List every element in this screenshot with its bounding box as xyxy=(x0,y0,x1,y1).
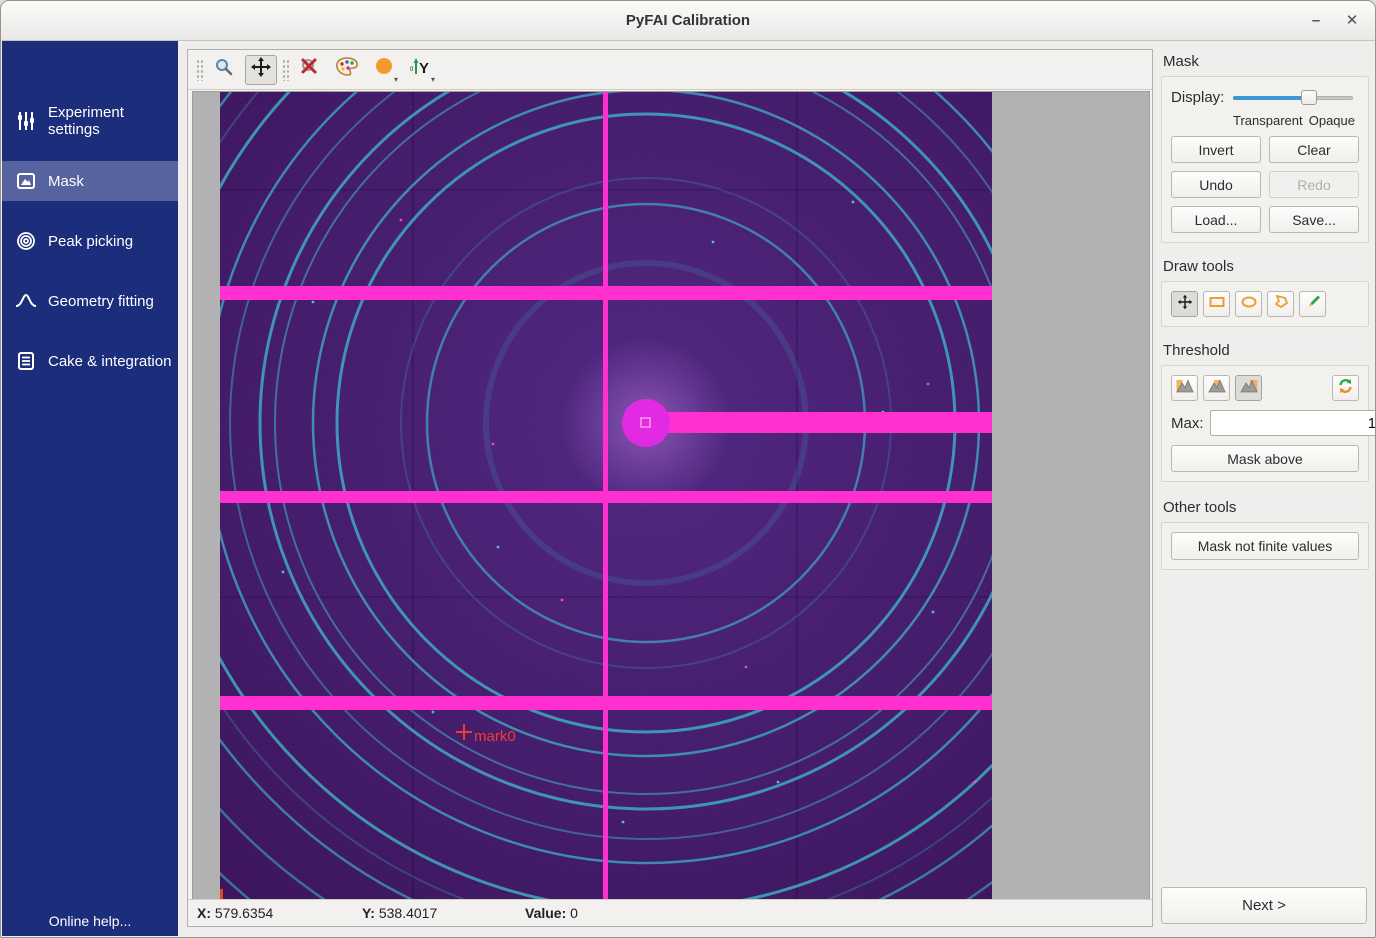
histogram-between-icon xyxy=(1208,378,1226,398)
mask-circle-icon xyxy=(374,57,394,82)
mask-section-title: Mask xyxy=(1163,53,1369,70)
minimize-button[interactable]: – xyxy=(1303,9,1329,33)
dropdown-caret-icon: ▾ xyxy=(394,77,398,83)
histogram-below-icon xyxy=(1176,378,1194,398)
toolbar-grip[interactable] xyxy=(282,59,289,81)
sidebar-item-peak-picking[interactable]: Peak picking xyxy=(2,221,178,261)
mask-not-finite-button[interactable]: Mask not finite values xyxy=(1171,532,1359,560)
mask-image-icon xyxy=(15,170,37,192)
diffraction-svg[interactable]: mark0 xyxy=(193,92,1151,901)
refresh-icon xyxy=(1337,378,1354,399)
mask-tools-button[interactable]: ▾ xyxy=(368,55,400,85)
polygon-icon xyxy=(1273,294,1289,314)
undo-button[interactable]: Undo xyxy=(1171,171,1261,198)
unzoom-icon xyxy=(299,56,321,83)
palette-icon xyxy=(335,56,359,83)
mask-between-threshold-button[interactable] xyxy=(1203,375,1230,401)
toolbar-grip[interactable] xyxy=(196,59,203,81)
magnifier-icon xyxy=(214,57,234,82)
sidebar-item-label: Experiment settings xyxy=(48,104,178,138)
pan-arrows-icon xyxy=(1177,294,1193,315)
mask-above-button[interactable]: Mask above xyxy=(1171,445,1359,472)
cursor-value-readout: Value: 0 xyxy=(525,905,578,921)
max-label: Max: xyxy=(1171,415,1204,432)
mask-above-threshold-button[interactable] xyxy=(1235,375,1262,401)
sidebar: Experiment settings Mask Peak picking Ge… xyxy=(2,41,178,936)
svg-text:0: 0 xyxy=(410,67,414,73)
clear-button[interactable]: Clear xyxy=(1269,136,1359,163)
app-window: PyFAI Calibration – ✕ Experiment setting… xyxy=(0,0,1376,938)
redo-button: Redo xyxy=(1269,171,1359,198)
pencil-icon xyxy=(1305,294,1321,314)
threshold-groupbox: Max: Mask above xyxy=(1161,365,1369,482)
pan-arrows-icon xyxy=(250,56,272,83)
max-threshold-input[interactable] xyxy=(1210,410,1376,436)
mask-opacity-slider[interactable] xyxy=(1233,90,1353,105)
pencil-tool-button[interactable] xyxy=(1299,291,1326,317)
sidebar-item-mask[interactable]: Mask xyxy=(2,161,178,201)
dropdown-caret-icon: ▾ xyxy=(431,77,435,83)
svg-text:Y: Y xyxy=(419,60,429,77)
peak-curve-icon xyxy=(15,290,37,312)
zoom-mode-button[interactable] xyxy=(208,55,240,85)
ellipse-tool-button[interactable] xyxy=(1235,291,1262,317)
cursor-y-readout: Y: 538.4017 xyxy=(362,905,437,921)
pan-mode-button[interactable] xyxy=(245,55,277,85)
draw-tools-groupbox xyxy=(1161,281,1369,327)
slider-handle[interactable] xyxy=(1301,90,1317,105)
peak-marker-label: mark0 xyxy=(474,728,516,745)
document-lines-icon xyxy=(15,350,37,372)
plot-panel: ▾ Y0 ▾ xyxy=(187,49,1153,927)
other-tools-groupbox: Mask not finite values xyxy=(1161,522,1369,570)
mask-groupbox: Display: Transparent Opaque Invert Clear… xyxy=(1161,76,1369,243)
titlebar[interactable]: PyFAI Calibration – ✕ xyxy=(1,1,1375,41)
rectangle-icon xyxy=(1209,295,1225,314)
mask-side-panel: Mask Display: Transparent Opaque Invert … xyxy=(1161,49,1369,936)
sidebar-item-cake-integration[interactable]: Cake & integration xyxy=(2,341,178,381)
sidebar-item-geometry-fitting[interactable]: Geometry fitting xyxy=(2,281,178,321)
sidebar-item-label: Peak picking xyxy=(48,233,133,250)
close-button[interactable]: ✕ xyxy=(1339,9,1365,33)
window-title: PyFAI Calibration xyxy=(1,12,1375,29)
unzoom-button[interactable] xyxy=(294,55,326,85)
transparent-label: Transparent xyxy=(1233,113,1303,128)
y-axis-icon: Y0 xyxy=(409,56,433,83)
mask-below-threshold-button[interactable] xyxy=(1171,375,1198,401)
opaque-label: Opaque xyxy=(1309,113,1355,128)
beamstop-mask xyxy=(622,399,670,447)
histogram-above-icon xyxy=(1240,378,1258,398)
display-label: Display: xyxy=(1171,89,1233,106)
diffraction-canvas[interactable]: mark0 xyxy=(192,91,1150,900)
sidebar-item-label: Cake & integration xyxy=(48,353,171,370)
sidebar-item-label: Mask xyxy=(48,173,84,190)
colormap-button[interactable] xyxy=(331,55,363,85)
statusbar: X: 579.6354 Y: 538.4017 Value: 0 xyxy=(188,899,1152,926)
peak-rings-icon xyxy=(15,230,37,252)
sidebar-item-experiment-settings[interactable]: Experiment settings xyxy=(2,101,178,141)
load-button[interactable]: Load... xyxy=(1171,206,1261,233)
save-button[interactable]: Save... xyxy=(1269,206,1359,233)
sliders-icon xyxy=(15,110,37,132)
other-tools-title: Other tools xyxy=(1163,499,1369,516)
beamstop-arm-mask xyxy=(646,412,992,433)
pan-tool-button[interactable] xyxy=(1171,291,1198,317)
sidebar-item-label: Geometry fitting xyxy=(48,293,154,310)
plot-toolbar: ▾ Y0 ▾ xyxy=(188,50,1152,90)
threshold-title: Threshold xyxy=(1163,342,1369,359)
online-help-link[interactable]: Online help... xyxy=(2,913,178,929)
cursor-x-readout: X: 579.6354 xyxy=(197,905,273,921)
refresh-threshold-button[interactable] xyxy=(1332,375,1359,401)
y-axis-orientation-button[interactable]: Y0 ▾ xyxy=(405,55,437,85)
invert-button[interactable]: Invert xyxy=(1171,136,1261,163)
rectangle-tool-button[interactable] xyxy=(1203,291,1230,317)
polygon-tool-button[interactable] xyxy=(1267,291,1294,317)
next-button[interactable]: Next > xyxy=(1161,887,1367,924)
ellipse-icon xyxy=(1241,295,1257,314)
draw-tools-title: Draw tools xyxy=(1163,258,1369,275)
